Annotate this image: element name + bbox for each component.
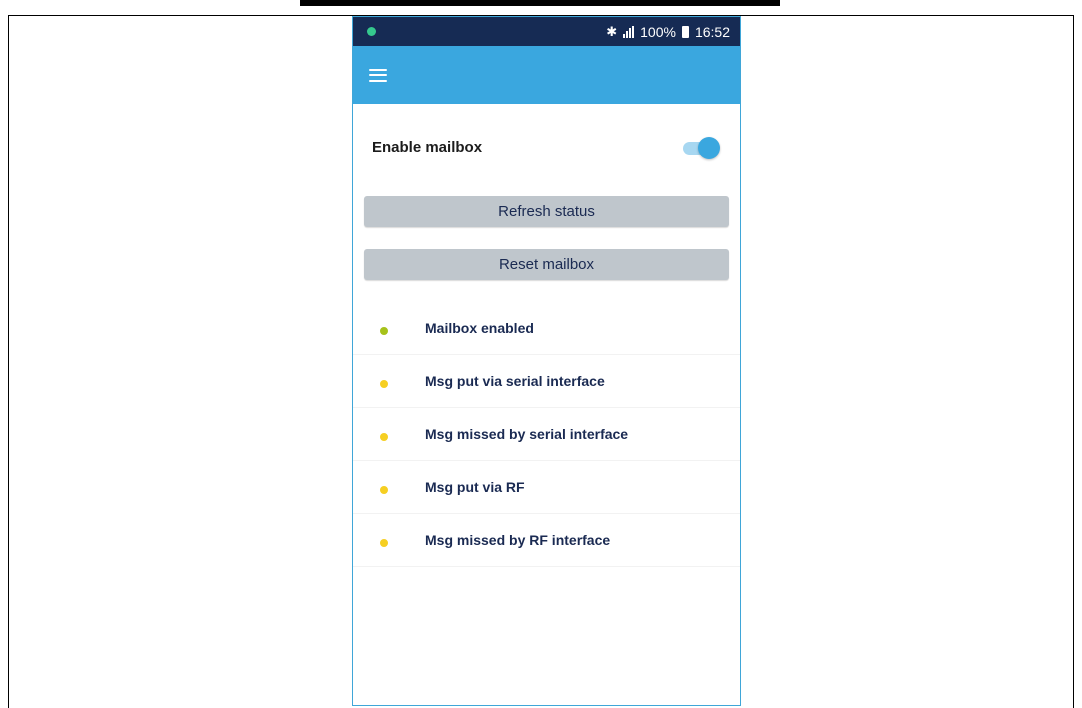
status-item: Msg missed by RF interface [353, 514, 740, 567]
phone-screen: ✱ 100% 16:52 Enable mailbox Refresh stat… [352, 16, 741, 706]
status-item-label: Msg missed by RF interface [425, 532, 611, 548]
clock: 16:52 [694, 23, 730, 40]
bluetooth-icon: ✱ [606, 23, 618, 39]
battery-percent: 100% [640, 23, 676, 40]
status-item-label: Mailbox enabled [425, 320, 534, 336]
status-bar-right: ✱ 100% 16:52 [606, 24, 730, 40]
app-bar [353, 46, 740, 104]
reset-mailbox-button[interactable]: Reset mailbox [364, 249, 729, 280]
status-led-icon [380, 380, 388, 388]
signal-icon [623, 25, 635, 38]
status-item-label: Msg put via RF [425, 479, 525, 495]
refresh-status-button[interactable]: Refresh status [364, 196, 729, 227]
status-list: Mailbox enabled Msg put via serial interf… [353, 302, 740, 567]
battery-icon [681, 25, 689, 38]
status-led-icon [380, 486, 388, 494]
status-led-icon [380, 539, 388, 547]
enable-mailbox-label: Enable mailbox [372, 139, 483, 156]
status-bar: ✱ 100% 16:52 [353, 17, 740, 46]
status-item: Msg missed by serial interface [353, 408, 740, 461]
status-item-label: Msg missed by serial interface [425, 426, 629, 442]
status-led-icon [380, 327, 388, 335]
status-item-label: Msg put via serial interface [425, 373, 605, 389]
status-item: Msg put via serial interface [353, 355, 740, 408]
status-led-icon [380, 433, 388, 441]
enable-mailbox-row: Enable mailbox [353, 119, 740, 176]
notification-dot-icon [367, 27, 376, 36]
cropped-caption [300, 0, 780, 6]
toggle-thumb [698, 136, 720, 159]
enable-mailbox-toggle[interactable] [682, 136, 720, 159]
menu-icon[interactable] [369, 68, 387, 82]
status-item: Mailbox enabled [353, 302, 740, 355]
status-item: Msg put via RF [353, 461, 740, 514]
